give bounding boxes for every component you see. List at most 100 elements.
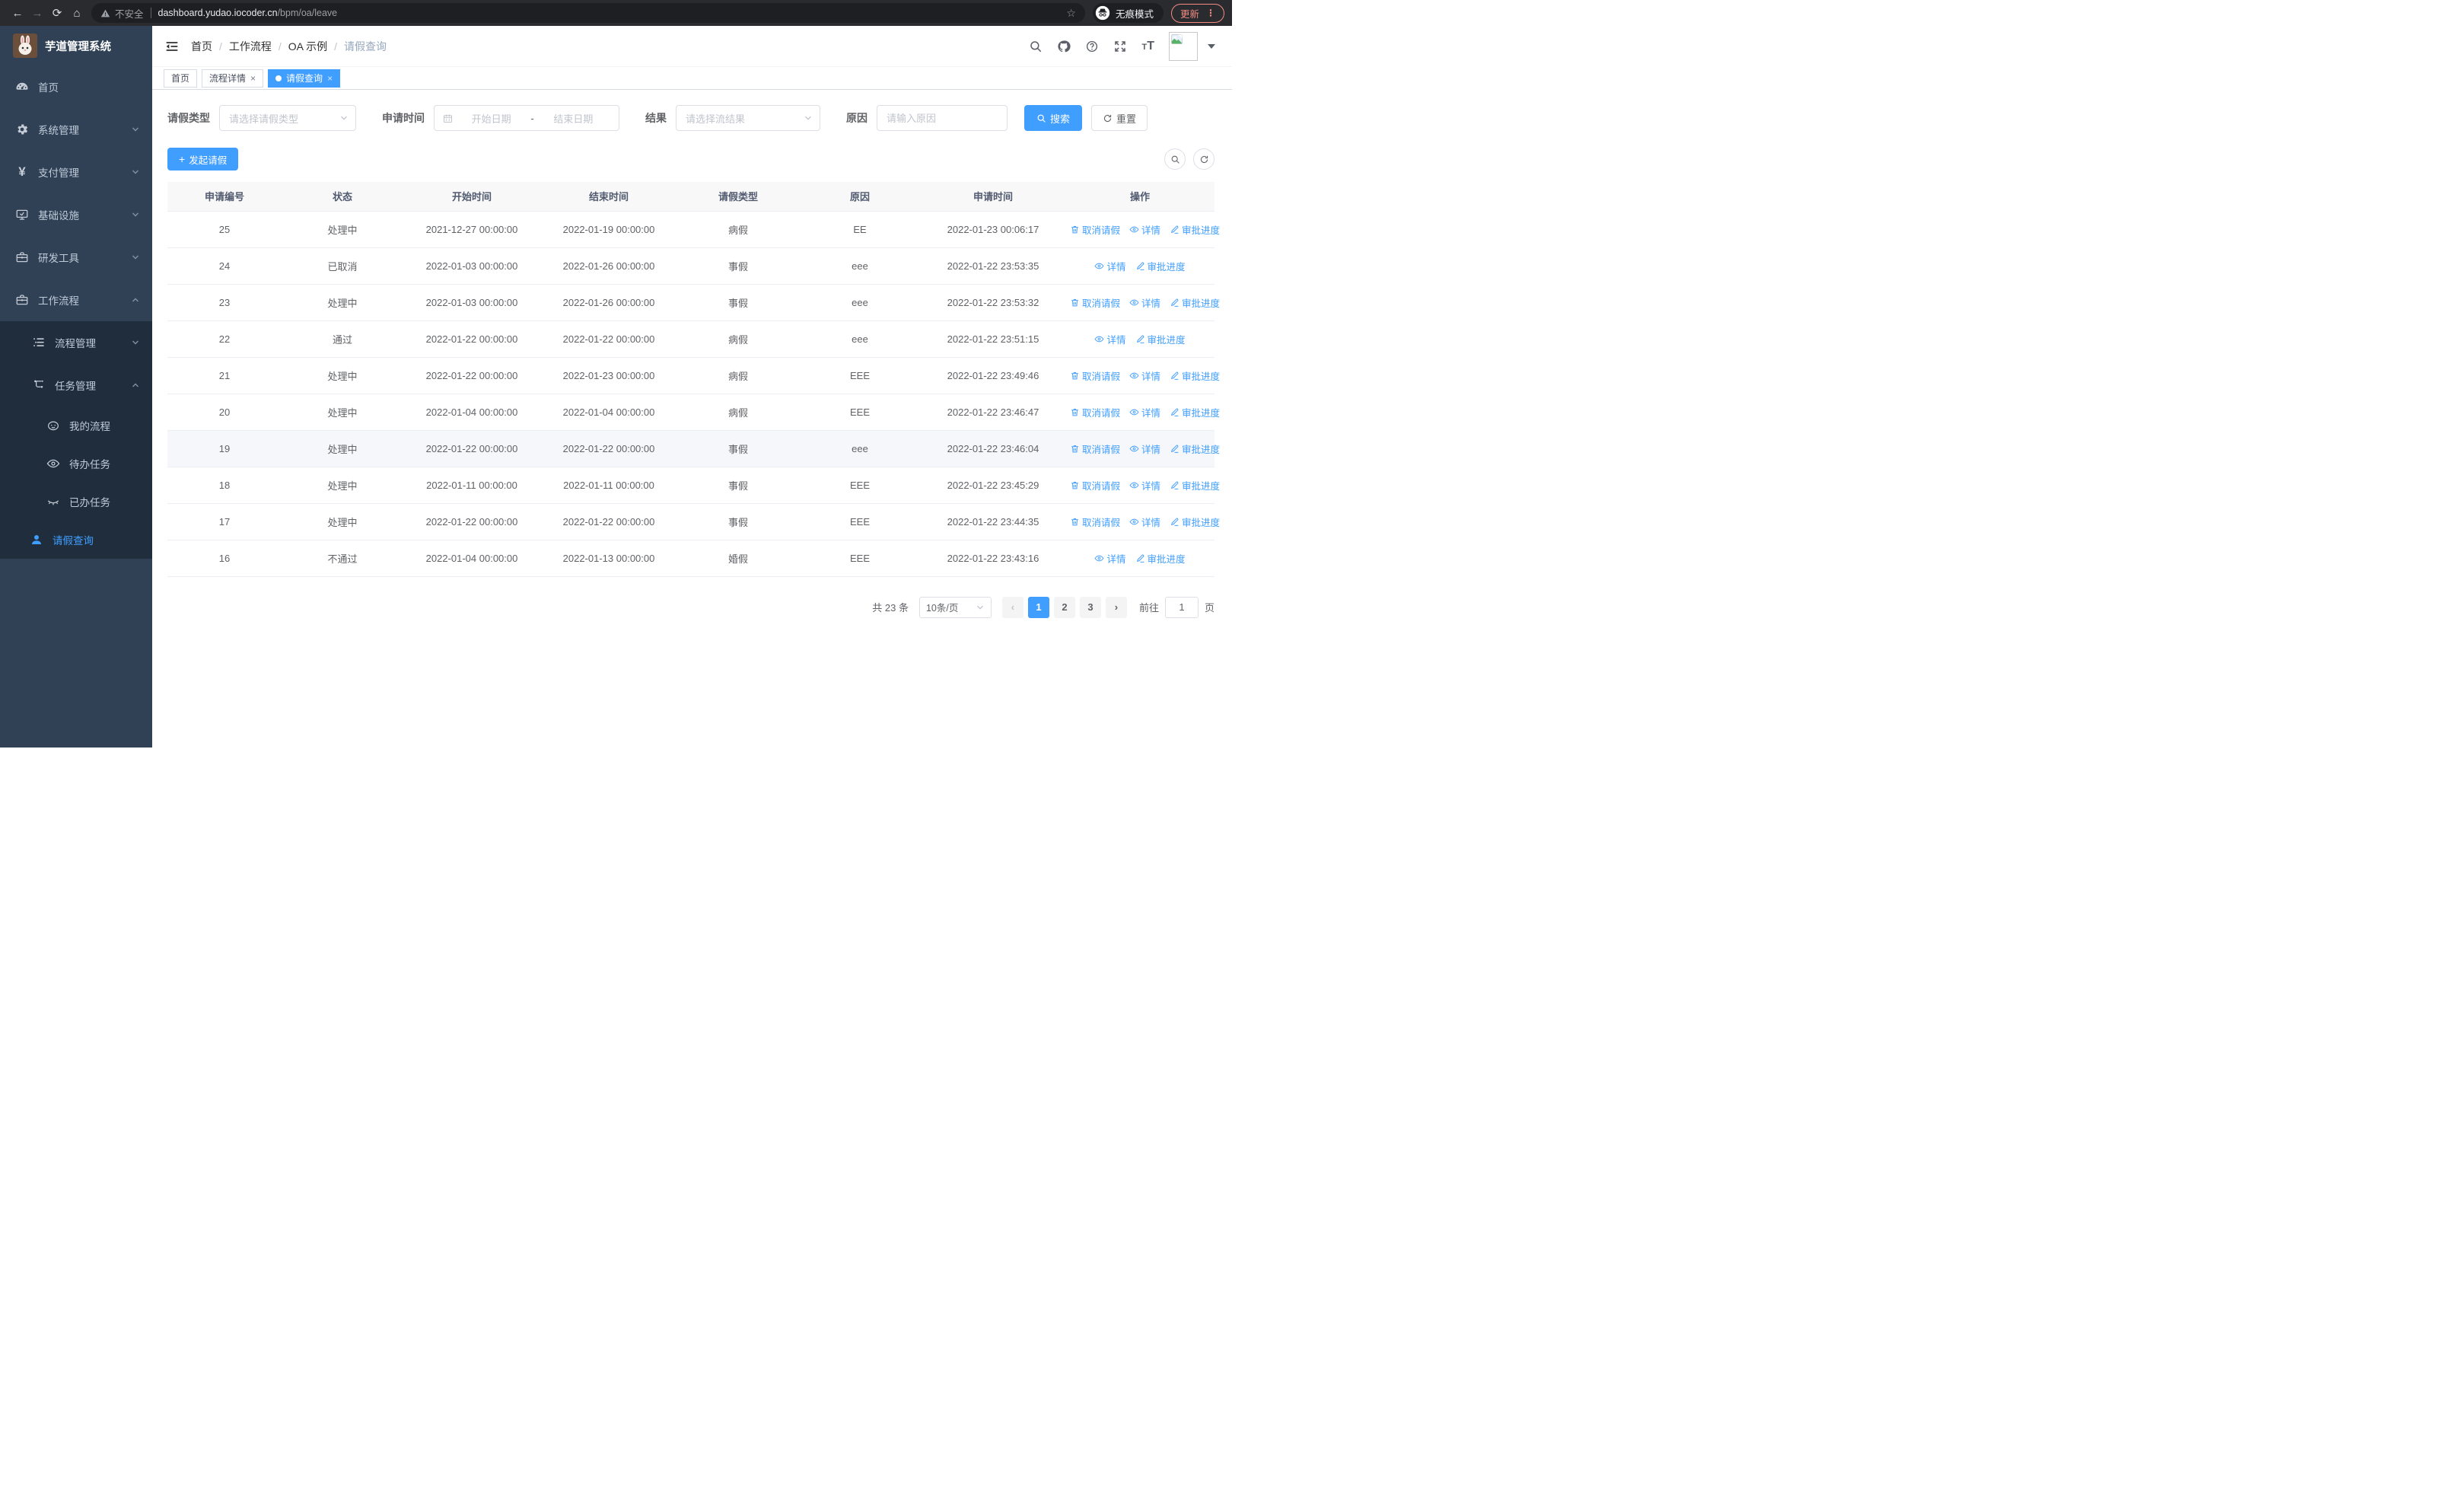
github-icon[interactable]: [1057, 40, 1071, 53]
breadcrumb-item[interactable]: OA 示例: [288, 39, 327, 54]
approval-progress-link[interactable]: 审批进度: [1170, 515, 1220, 529]
cancel-leave-link[interactable]: 取消请假: [1070, 405, 1120, 419]
detail-link[interactable]: 详情: [1094, 332, 1126, 346]
app-logo[interactable]: 芋道管理系统: [0, 26, 152, 65]
user-icon: [30, 533, 43, 547]
chevron-up-icon: [131, 381, 140, 390]
approval-progress-link[interactable]: 审批进度: [1170, 368, 1220, 383]
avatar-dropdown-caret[interactable]: [1208, 43, 1215, 49]
detail-link[interactable]: 详情: [1129, 515, 1160, 529]
refresh-button[interactable]: [1193, 148, 1214, 170]
leave-type-select[interactable]: 请选择请假类型: [219, 105, 356, 131]
security-label[interactable]: 不安全: [115, 6, 144, 21]
cancel-leave-link[interactable]: 取消请假: [1070, 222, 1120, 237]
broken-image-icon: [1171, 33, 1183, 44]
table-row: 19 处理中 2022-01-22 00:00:00 2022-01-22 00:00…: [167, 430, 1220, 467]
reset-button[interactable]: 重置: [1091, 105, 1148, 131]
start-date-placeholder[interactable]: 开始日期: [454, 111, 529, 126]
detail-link[interactable]: 详情: [1129, 368, 1160, 383]
tab-process-detail[interactable]: 流程详情 ×: [202, 69, 264, 88]
cell-id: 22: [167, 320, 282, 358]
address-bar[interactable]: 不安全 dashboard.yudao.iocoder.cn /bpm/oa/l…: [91, 3, 1085, 23]
sidebar-item-leave-query[interactable]: 请假查询: [0, 521, 152, 559]
apply-time-range-picker[interactable]: 开始日期 - 结束日期: [434, 105, 619, 131]
browser-home-button[interactable]: ⌂: [67, 3, 87, 23]
create-leave-button[interactable]: + 发起请假: [167, 148, 239, 171]
cancel-leave-link[interactable]: 取消请假: [1070, 368, 1120, 383]
end-date-placeholder[interactable]: 结束日期: [536, 111, 611, 126]
cell-start: 2022-01-03 00:00:00: [403, 247, 540, 285]
sidebar-item-infra[interactable]: 基础设施: [0, 193, 152, 236]
tab-home[interactable]: 首页: [164, 69, 198, 88]
detail-link[interactable]: 详情: [1094, 551, 1126, 566]
detail-link[interactable]: 详情: [1129, 478, 1160, 492]
cell-type: 事假: [677, 503, 799, 540]
detail-link[interactable]: 详情: [1129, 441, 1160, 456]
help-icon[interactable]: [1085, 40, 1099, 53]
browser-update-button[interactable]: 更新 ⋮: [1170, 3, 1224, 23]
tab-close-icon[interactable]: ×: [250, 74, 256, 83]
cell-reason: EEE: [799, 467, 921, 504]
result-select[interactable]: 请选择流结果: [676, 105, 820, 131]
sidebar-menu: 首页 系统管理 ¥ 支付管理 基础设施 研发工具 工作流程: [0, 65, 152, 321]
page-button-2[interactable]: 2: [1053, 596, 1075, 618]
page-content: 请假类型 请选择请假类型 申请时间 开始日期 - 结束日期 结果 请选择流结果 …: [152, 90, 1232, 748]
avatar[interactable]: [1169, 31, 1198, 61]
sidebar-item-my-process[interactable]: 我的流程: [0, 406, 152, 445]
page-button-3[interactable]: 3: [1079, 596, 1101, 618]
sidebar-item-system[interactable]: 系统管理: [0, 108, 152, 151]
sidebar-item-devtools[interactable]: 研发工具: [0, 236, 152, 279]
tab-close-icon[interactable]: ×: [327, 74, 333, 83]
toggle-search-button[interactable]: [1164, 148, 1186, 170]
sidebar-item-task-mgmt[interactable]: 任务管理: [0, 364, 152, 406]
cell-applied: 2022-01-22 23:46:47: [921, 394, 1065, 431]
reason-input[interactable]: [877, 105, 1008, 131]
detail-link[interactable]: 详情: [1129, 405, 1160, 419]
sidebar-item-done-tasks[interactable]: 已办任务: [0, 483, 152, 521]
cancel-leave-link[interactable]: 取消请假: [1070, 478, 1120, 492]
browser-forward-button[interactable]: →: [27, 3, 47, 23]
next-page-button[interactable]: ›: [1105, 596, 1127, 618]
browser-reload-button[interactable]: ⟳: [47, 3, 67, 23]
sidebar-item-home[interactable]: 首页: [0, 65, 152, 108]
detail-link[interactable]: 详情: [1094, 259, 1126, 273]
approval-progress-link[interactable]: 审批进度: [1135, 332, 1186, 346]
approval-progress-link[interactable]: 审批进度: [1170, 222, 1220, 237]
search-button[interactable]: 搜索: [1024, 105, 1083, 131]
fullscreen-icon[interactable]: [1113, 40, 1127, 53]
detail-link[interactable]: 详情: [1129, 222, 1160, 237]
edit-icon: [1170, 298, 1179, 308]
calendar-icon: [442, 113, 454, 124]
tab-leave-query[interactable]: 请假查询 ×: [268, 69, 341, 88]
cancel-leave-link[interactable]: 取消请假: [1070, 515, 1120, 529]
approval-progress-link[interactable]: 审批进度: [1170, 478, 1220, 492]
eye-open-icon: [1129, 298, 1139, 308]
breadcrumb-item[interactable]: 首页: [191, 39, 212, 54]
approval-progress-link[interactable]: 审批进度: [1170, 441, 1220, 456]
cancel-leave-link[interactable]: 取消请假: [1070, 295, 1120, 310]
browser-menu-icon[interactable]: ⋮: [1206, 8, 1215, 18]
search-icon[interactable]: [1029, 40, 1043, 53]
yen-icon: ¥: [18, 164, 26, 179]
page-button-1[interactable]: 1: [1027, 596, 1049, 618]
approval-progress-link[interactable]: 审批进度: [1170, 405, 1220, 419]
approval-progress-link[interactable]: 审批进度: [1170, 295, 1220, 310]
page-suffix: 页: [1204, 602, 1214, 614]
sidebar-item-todo-tasks[interactable]: 待办任务: [0, 445, 152, 483]
cell-actions: 详情 审批进度: [1065, 540, 1214, 577]
font-size-icon[interactable]: TT: [1141, 40, 1154, 53]
sidebar-item-workflow[interactable]: 工作流程: [0, 279, 152, 321]
prev-page-button[interactable]: ‹: [1001, 596, 1023, 618]
goto-page-input[interactable]: [1164, 596, 1199, 618]
detail-link[interactable]: 详情: [1129, 295, 1160, 310]
cancel-leave-link[interactable]: 取消请假: [1070, 441, 1120, 456]
breadcrumb-item[interactable]: 工作流程: [229, 39, 272, 54]
browser-back-button[interactable]: ←: [8, 3, 27, 23]
sidebar-item-process-mgmt[interactable]: 流程管理: [0, 321, 152, 364]
sidebar-item-payment[interactable]: ¥ 支付管理: [0, 151, 152, 193]
approval-progress-link[interactable]: 审批进度: [1135, 259, 1186, 273]
bookmark-star-icon[interactable]: ☆: [1066, 7, 1076, 20]
page-size-select[interactable]: 10条/页: [918, 596, 992, 618]
approval-progress-link[interactable]: 审批进度: [1135, 551, 1186, 566]
sidebar-fold-icon[interactable]: [164, 39, 180, 54]
